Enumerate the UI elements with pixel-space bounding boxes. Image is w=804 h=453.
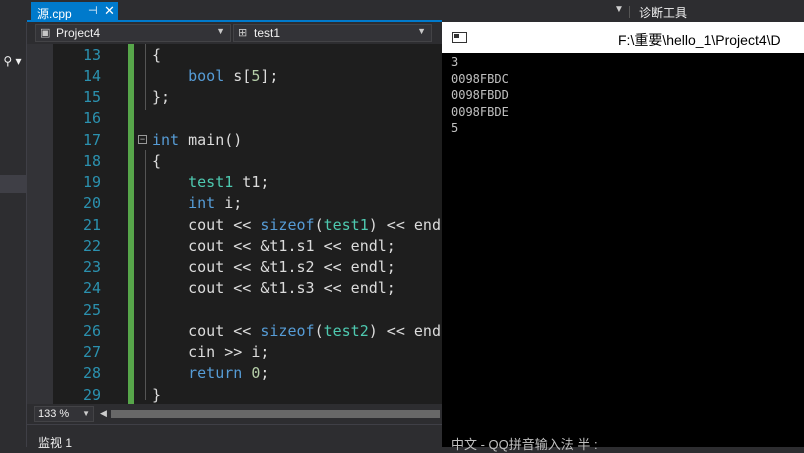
line-number: 16 [82, 109, 101, 128]
code-line[interactable]: { [152, 45, 161, 66]
code-line[interactable]: cout << &t1.s2 << endl; [152, 257, 396, 278]
chevron-down-icon: ▼ [417, 26, 426, 36]
code-line[interactable]: { [152, 151, 161, 172]
line-number: 19 [82, 173, 101, 191]
collapse-icon[interactable]: − [138, 135, 147, 144]
console-output-line: 0098FBDD [451, 88, 509, 102]
line-number: 13 [82, 45, 101, 64]
tab-overflow-icon[interactable]: ▼ [614, 4, 624, 15]
code-line[interactable]: cout << &t1.s1 << endl; [152, 236, 396, 257]
line-number: 28 [82, 364, 101, 383]
scroll-left-icon[interactable]: ◀ [100, 408, 107, 419]
editor-margin [27, 44, 53, 404]
line-number: 29 [82, 385, 101, 404]
code-line[interactable]: test1 t1; [152, 172, 269, 193]
line-number: 14 [82, 66, 101, 85]
tab-separator [629, 6, 630, 18]
line-number: 25 [82, 300, 101, 319]
line-number: 26 [82, 321, 101, 340]
class-dropdown-value: test1 [254, 26, 281, 40]
console-output-line: 3 [451, 55, 459, 69]
document-tab-bar [27, 0, 804, 22]
code-line[interactable]: } [152, 385, 161, 406]
close-icon[interactable]: ✕ [104, 3, 115, 19]
chevron-down-icon: ▼ [82, 409, 90, 418]
left-strip-selected-item[interactable] [0, 175, 27, 193]
code-line[interactable]: cout << sizeof(test2) << endl; [152, 321, 459, 342]
line-number: 24 [82, 279, 101, 298]
code-line[interactable]: bool s[5]; [152, 66, 278, 87]
line-number: 22 [82, 236, 101, 255]
project-dropdown[interactable]: ▣ Project4 ▼ [35, 24, 231, 42]
code-line[interactable]: cout << sizeof(test1) << endl; [152, 215, 459, 236]
pin-icon[interactable]: ⊣ [88, 4, 98, 17]
horizontal-scroll-thumb[interactable] [111, 410, 440, 418]
line-number: 21 [82, 215, 101, 234]
indent-guide [145, 150, 146, 400]
zoom-level: 133 % [38, 408, 70, 420]
line-number: 20 [82, 194, 101, 213]
line-number: 15 [82, 88, 101, 106]
code-line[interactable]: cin >> i; [152, 342, 269, 363]
search-tool-icon[interactable]: ⚲ ▾ [0, 54, 27, 72]
console-output-line: 0098FBDC [451, 71, 509, 86]
console-title: F:\重要\hello_1\Project4\D [618, 32, 781, 48]
line-number: 27 [82, 343, 101, 361]
chevron-down-icon: ▼ [216, 26, 225, 36]
watch-panel [27, 424, 442, 448]
zoom-dropdown[interactable]: 133 % ▼ [34, 406, 94, 422]
indent-guide [145, 44, 146, 110]
change-tracking-bar [128, 44, 134, 404]
code-line[interactable]: }; [152, 87, 170, 108]
tab-source-cpp[interactable]: 源.cpp ⊣ ✕ [31, 2, 118, 22]
diagnostic-tools-tab[interactable]: 诊断工具 [639, 4, 687, 21]
watch-panel-title[interactable]: 监视 1 [38, 434, 72, 451]
class-dropdown[interactable]: ⊞ test1 ▼ [233, 24, 432, 42]
class-icon: ⊞ [238, 27, 248, 39]
project-dropdown-value: Project4 [56, 26, 101, 40]
console-output-line: 0098FBDE [451, 104, 509, 119]
left-tool-strip: ⚲ ▾ [0, 0, 27, 447]
line-number: 17 [82, 130, 101, 149]
line-number: 18 [82, 151, 101, 170]
project-icon: ▣ [40, 27, 51, 39]
code-line[interactable]: int i; [152, 193, 242, 214]
console-window-icon [452, 32, 467, 43]
code-line[interactable]: return 0; [152, 363, 269, 384]
code-line[interactable]: cout << &t1.s3 << endl; [152, 278, 396, 299]
console-output-line: 5 [451, 121, 459, 135]
ime-status: 中文 - QQ拼音输入法 半 : [451, 437, 598, 452]
line-number: 23 [82, 258, 101, 276]
code-line[interactable]: int main() [152, 130, 242, 151]
